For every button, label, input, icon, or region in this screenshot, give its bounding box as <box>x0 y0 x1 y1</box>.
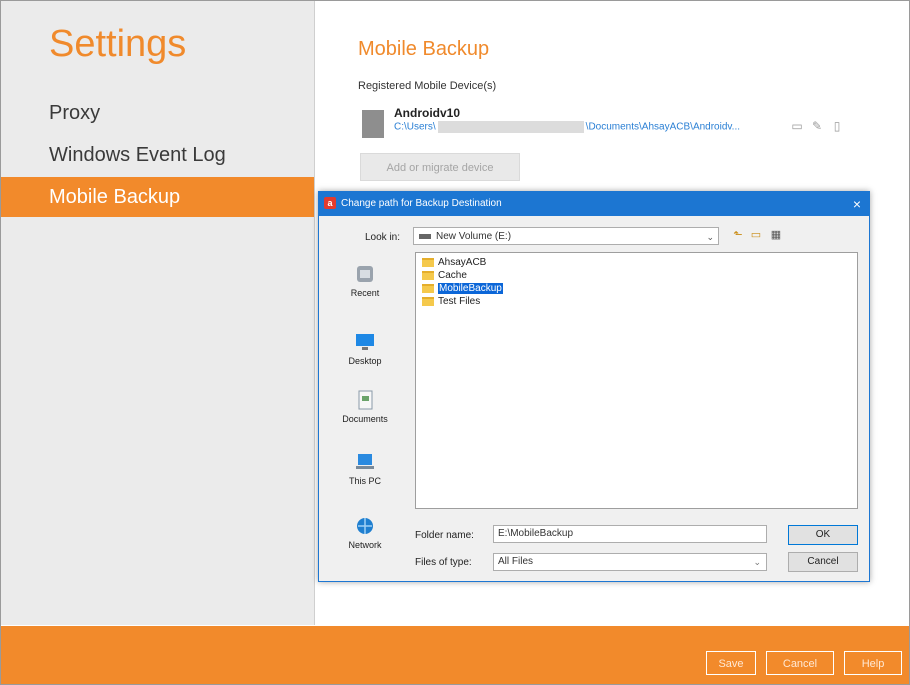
device-name: Androidv10 <box>394 106 461 120</box>
place-documents[interactable]: Documents <box>325 390 405 424</box>
delete-icon[interactable]: ▯ <box>830 119 844 133</box>
close-icon[interactable]: × <box>853 196 861 212</box>
cancel-button[interactable]: Cancel <box>766 651 834 675</box>
file-list[interactable]: AhsayACB Cache MobileBackup Test Files <box>415 252 858 509</box>
ok-button[interactable]: OK <box>788 525 858 545</box>
sidebar-item-windows-event-log[interactable]: Windows Event Log <box>1 135 314 175</box>
place-label: Desktop <box>348 356 382 366</box>
app-icon: a <box>324 197 336 209</box>
device-path[interactable]: C:\Users\ \Documents\AhsayACB\Androidv... <box>394 121 814 133</box>
dialog-titlebar[interactable]: a Change path for Backup Destination × <box>319 192 869 216</box>
folder-icon <box>422 296 434 306</box>
look-in-value: New Volume (E:) <box>436 231 512 242</box>
recent-icon <box>357 266 373 282</box>
folder-icon <box>422 257 434 267</box>
look-in-select[interactable]: New Volume (E:) ⌄ <box>413 227 719 245</box>
documents-icon <box>358 390 373 410</box>
save-button[interactable]: Save <box>706 651 756 675</box>
place-desktop[interactable]: Desktop <box>325 332 405 366</box>
files-of-type-select[interactable]: All Files ⌄ <box>493 553 767 571</box>
dialog-cancel-button[interactable]: Cancel <box>788 552 858 572</box>
list-item[interactable]: Test Files <box>422 296 480 308</box>
place-this-pc[interactable]: This PC <box>325 452 405 486</box>
list-item-selected[interactable]: MobileBackup <box>422 283 503 295</box>
drive-icon <box>419 234 431 239</box>
sidebar-item-proxy[interactable]: Proxy <box>1 93 314 133</box>
place-network[interactable]: Network <box>325 516 405 550</box>
device-path-end: \Documents\AhsayACB\Androidv... <box>585 121 740 133</box>
folder-icon[interactable]: ▭ <box>790 119 804 133</box>
folder-icon <box>422 270 434 280</box>
folder-name-input[interactable]: E:\MobileBackup <box>493 525 767 543</box>
dialog-title: Change path for Backup Destination <box>341 198 502 209</box>
files-of-type-label: Files of type: <box>415 557 472 568</box>
folder-icon <box>422 283 434 293</box>
edit-icon[interactable]: ✎ <box>810 119 824 133</box>
network-icon <box>357 518 373 534</box>
new-folder-icon[interactable]: ▭ <box>749 229 763 242</box>
device-icon <box>362 110 384 138</box>
place-label: Recent <box>350 288 380 298</box>
sidebar: Settings Proxy Windows Event Log Mobile … <box>1 1 315 625</box>
folder-name-label: Folder name: <box>415 530 474 541</box>
registered-devices-label: Registered Mobile Device(s) <box>358 80 497 92</box>
place-label: This PC <box>348 476 381 486</box>
place-label: Network <box>348 540 382 550</box>
files-of-type-value: All Files <box>498 556 534 567</box>
redacted-block <box>437 121 584 133</box>
place-recent[interactable]: Recent <box>325 264 405 298</box>
list-item[interactable]: AhsayACB <box>422 257 486 269</box>
add-or-migrate-device-button[interactable]: Add or migrate device <box>360 153 520 181</box>
chevron-down-icon: ⌄ <box>706 232 714 242</box>
desktop-icon <box>356 334 374 350</box>
computer-icon <box>356 454 374 469</box>
sidebar-title: Settings <box>49 23 187 65</box>
view-menu-icon[interactable]: ▦ <box>769 229 783 242</box>
chevron-down-icon: ⌄ <box>753 557 761 567</box>
page-title: Mobile Backup <box>358 38 490 60</box>
look-in-label: Look in: <box>365 232 401 243</box>
places-bar: Recent Desktop Documents This PC Network <box>325 252 405 572</box>
list-item[interactable]: Cache <box>422 270 467 282</box>
place-label: Documents <box>342 414 388 424</box>
device-path-start: C:\Users\ <box>394 121 436 133</box>
help-button[interactable]: Help <box>844 651 902 675</box>
sidebar-item-mobile-backup[interactable]: Mobile Backup <box>1 177 314 217</box>
device-actions: ▭ ✎ ▯ <box>790 117 850 135</box>
change-path-dialog: a Change path for Backup Destination × L… <box>318 191 870 582</box>
up-folder-icon[interactable]: ⬑ <box>731 229 745 242</box>
